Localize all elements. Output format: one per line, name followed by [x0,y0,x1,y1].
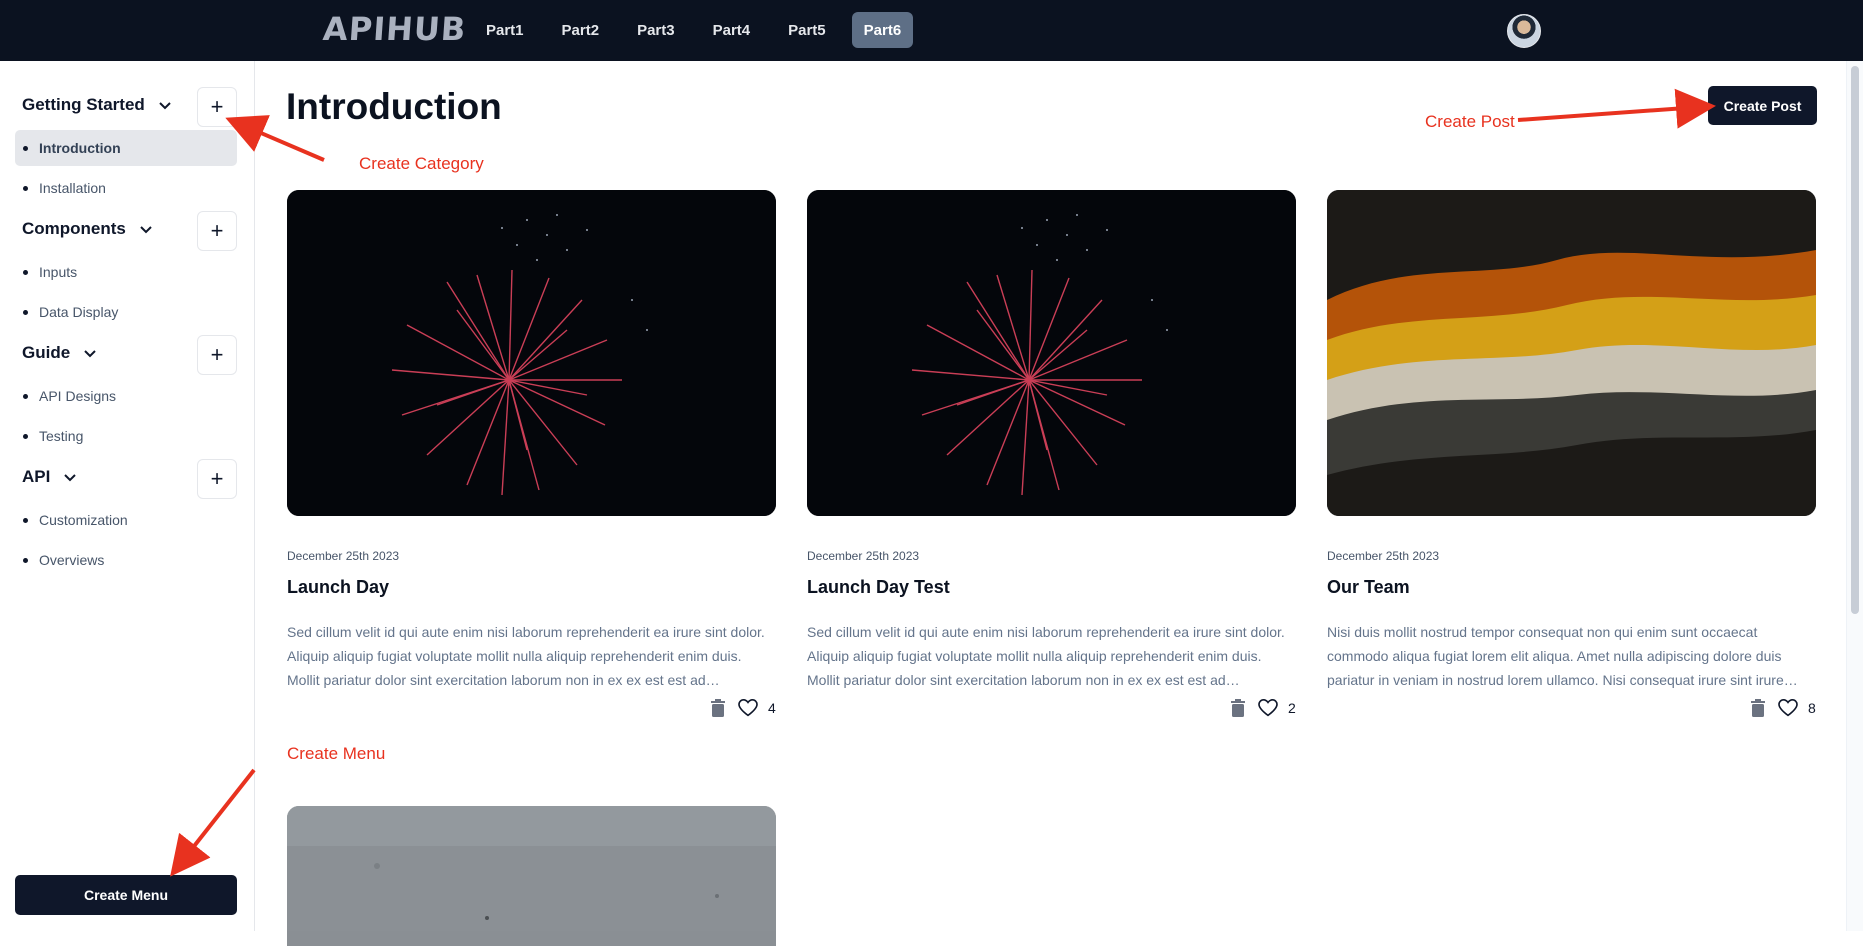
card-image-fireworks[interactable] [287,190,776,516]
sidebar-item-testing[interactable]: Testing [15,418,237,454]
bullet-icon [23,517,28,523]
card-date: December 25th 2023 [807,549,920,563]
bullet-icon [23,393,28,399]
sidebar: Getting Started + Introduction Installat… [0,61,255,931]
bullet-icon [23,185,28,191]
nav-part5[interactable]: Part5 [776,12,838,48]
fireworks-image [807,190,1296,516]
annotation-create-post: Create Post [1425,112,1515,131]
concrete-texture-image [287,806,776,931]
chevron-down-icon[interactable] [62,469,78,485]
sidebar-item-introduction[interactable]: Introduction [15,130,237,166]
add-category-item-button[interactable]: + [197,87,237,127]
sidebar-item-customization[interactable]: Customization [15,502,237,538]
apihub-logo[interactable]: APIHUB [322,10,468,48]
bullet-icon [23,557,28,563]
trash-icon[interactable] [1228,698,1248,718]
annotation-create-menu: Create Menu [287,744,386,763]
scrollbar[interactable] [1846,61,1863,931]
like-count: 8 [1808,700,1816,716]
chevron-down-icon[interactable] [82,345,98,361]
card-date: December 25th 2023 [287,549,400,563]
category-title: API [22,467,51,486]
card-image-concrete[interactable] [287,806,776,946]
nav-part2[interactable]: Part2 [550,12,612,48]
bullet-icon [23,269,28,275]
sidebar-item-label: Overviews [39,552,105,568]
scrollbar-thumb[interactable] [1851,66,1859,614]
heart-icon[interactable] [1778,698,1798,718]
nav-part6[interactable]: Part6 [851,12,914,48]
sidebar-item-inputs[interactable]: Inputs [15,254,237,290]
trash-icon[interactable] [1748,698,1768,718]
heart-icon[interactable] [1258,698,1278,718]
card-title[interactable]: Launch Day Test [807,577,950,598]
sidebar-item-overviews[interactable]: Overviews [15,542,237,578]
category-api[interactable]: API [22,467,78,487]
card-actions: 2 [1228,698,1296,718]
trash-icon[interactable] [708,698,728,718]
card-title[interactable]: Our Team [1327,577,1410,598]
sidebar-item-label: Customization [39,512,128,528]
plus-icon: + [210,466,224,491]
annotation-create-category: Create Category [359,154,484,173]
sidebar-item-label: Installation [39,180,106,196]
sidebar-item-label: Testing [39,428,84,444]
card-image-waves[interactable] [1327,190,1816,516]
bullet-icon [23,145,28,151]
add-category-item-button[interactable]: + [197,459,237,499]
card-excerpt: Sed cillum velit id qui aute enim nisi l… [287,624,765,688]
arrow-to-create-post [1517,88,1716,129]
card-title[interactable]: Launch Day [287,577,389,598]
category-title: Getting Started [22,95,145,114]
nav-part1[interactable]: Part1 [474,12,536,48]
category-guide[interactable]: Guide [22,343,98,363]
chevron-down-icon[interactable] [157,97,173,113]
main-nav: Part1 Part2 Part3 Part4 Part5 Part6 [474,12,914,48]
add-category-item-button[interactable]: + [197,211,237,251]
like-count: 4 [768,700,776,716]
category-getting-started[interactable]: Getting Started [22,95,173,115]
create-menu-button[interactable]: Create Menu [15,875,237,915]
top-navbar: APIHUB Part1 Part2 Part3 Part4 Part5 Par… [0,0,1863,61]
card-actions: 8 [1748,698,1816,718]
sidebar-item-data-display[interactable]: Data Display [15,294,237,330]
page-title: Introduction [286,86,502,127]
abstract-waves-image [1327,190,1816,516]
create-post-button[interactable]: Create Post [1708,86,1817,125]
category-title: Components [22,219,126,238]
sidebar-item-label: Data Display [39,304,119,320]
card-excerpt: Sed cillum velit id qui aute enim nisi l… [807,624,1285,688]
nav-part3[interactable]: Part3 [625,12,687,48]
card-date: December 25th 2023 [1327,549,1440,563]
sidebar-item-label: Inputs [39,264,78,280]
category-title: Guide [22,343,71,362]
plus-icon: + [210,342,224,367]
plus-icon: + [210,218,224,243]
heart-icon[interactable] [738,698,758,718]
nav-part4[interactable]: Part4 [701,12,763,48]
add-category-item-button[interactable]: + [197,335,237,375]
sidebar-item-api-designs[interactable]: API Designs [15,378,237,414]
like-count: 2 [1288,700,1296,716]
card-actions: 4 [708,698,776,718]
sidebar-item-label: API Designs [39,388,117,404]
card-excerpt: Nisi duis mollit nostrud tempor consequa… [1327,624,1798,688]
bullet-icon [23,309,28,315]
category-components[interactable]: Components [22,219,154,239]
bullet-icon [23,433,28,439]
sidebar-item-installation[interactable]: Installation [15,170,237,206]
chevron-down-icon[interactable] [138,221,154,237]
card-image-fireworks[interactable] [807,190,1296,516]
fireworks-image [287,190,776,516]
user-avatar[interactable] [1507,14,1541,48]
sidebar-item-label: Introduction [39,140,121,156]
plus-icon: + [210,94,224,119]
